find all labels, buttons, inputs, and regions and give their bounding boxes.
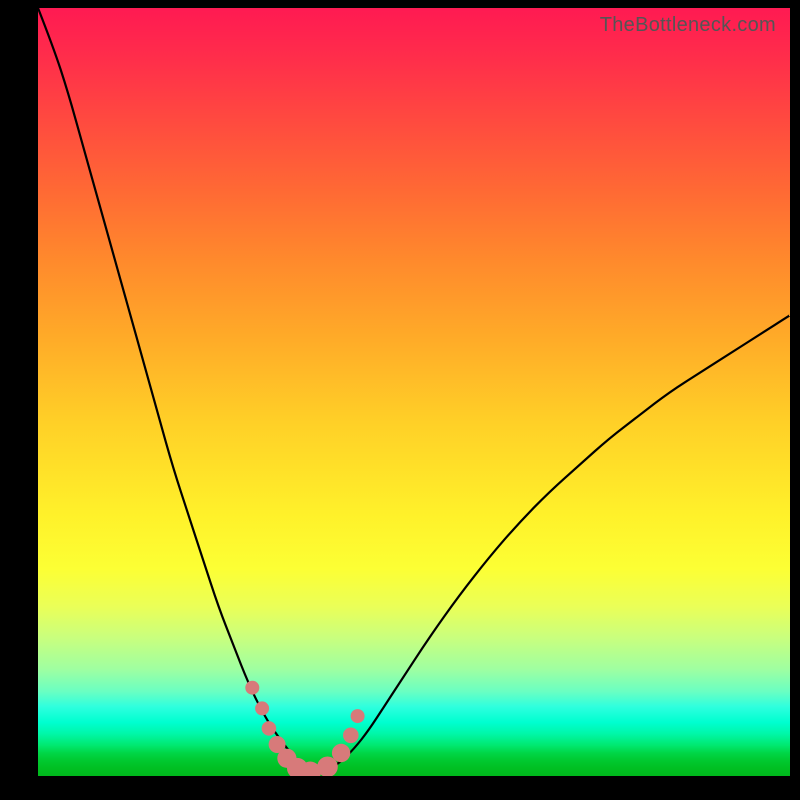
highlight-dot (245, 681, 259, 695)
curve-svg (38, 8, 790, 776)
highlight-dot (255, 701, 269, 715)
highlight-dot (262, 721, 277, 736)
highlight-dot (351, 709, 365, 723)
highlight-dot (332, 744, 350, 762)
bottleneck-curve-path (38, 8, 790, 772)
chart-frame: TheBottleneck.com (0, 0, 800, 800)
highlight-markers (245, 681, 364, 776)
plot-area: TheBottleneck.com (38, 8, 790, 776)
highlight-dot (343, 728, 359, 744)
